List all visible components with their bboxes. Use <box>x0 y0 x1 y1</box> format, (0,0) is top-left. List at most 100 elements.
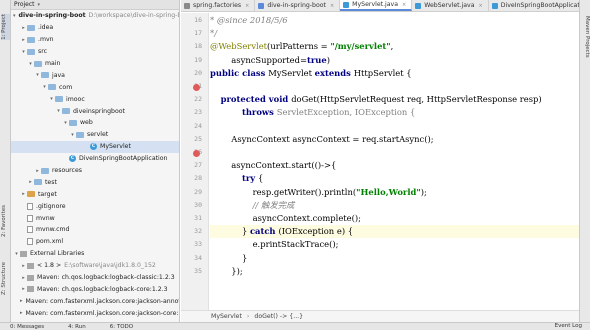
tree-item[interactable]: ▸ Maven: ch.qos.logback:logback-core:1.2.… <box>11 283 179 295</box>
code-line[interactable]: asyncContext.start(()->{ <box>210 159 336 172</box>
editor-tab[interactable]: MyServlet.java × <box>340 0 413 11</box>
close-icon[interactable]: × <box>479 3 483 9</box>
left-tool-strip: 1: Project 2: Favorites Z: Structure <box>0 0 11 322</box>
code-line[interactable]: */ <box>210 27 217 40</box>
run-tool-button[interactable]: 4: Run <box>58 324 86 330</box>
tree-item-label: .gitignore <box>36 202 66 210</box>
editor-tab[interactable]: DiveInSpringBootApplication.java× <box>489 0 579 11</box>
chevron-right-icon[interactable]: ▸ <box>20 263 27 269</box>
code-line[interactable]: asyncSupported=true) <box>210 54 330 67</box>
chevron-down-icon[interactable]: ▾ <box>55 108 62 114</box>
chevron-right-icon[interactable]: ▸ <box>20 25 27 31</box>
tree-item[interactable]: mvnw <box>11 212 179 224</box>
code-token: // 触发完成 <box>252 199 295 210</box>
tree-item[interactable]: ▸ target <box>11 188 179 200</box>
tree-item[interactable]: ▸ < 1.8 > E:\software\java\jdk1.8.0_152 <box>11 260 179 272</box>
favorites-tool-tab[interactable]: 2: Favorites <box>1 205 10 237</box>
code-line[interactable]: throws ServletException, IOException { <box>210 106 415 119</box>
chevron-down-icon[interactable]: ▾ <box>38 2 41 8</box>
close-icon[interactable]: × <box>330 3 334 9</box>
maven-projects-tab[interactable]: Maven Projects <box>581 16 590 58</box>
tree-item[interactable]: mvnw.cmd <box>11 224 179 236</box>
chevron-down-icon[interactable]: ▾ <box>69 132 76 138</box>
tree-item[interactable]: ▾ src <box>11 46 179 58</box>
chevron-right-icon[interactable]: ▸ <box>20 37 27 43</box>
tree-item[interactable]: C DiveInSpringBootApplication <box>11 153 179 165</box>
tree-item[interactable]: .gitignore <box>11 200 179 212</box>
chevron-right-icon[interactable]: ▸ <box>27 179 34 185</box>
chevron-right-icon[interactable]: ▸ <box>20 275 27 281</box>
tree-item-label: main <box>45 60 61 67</box>
code-line[interactable]: asyncContext.complete(); <box>210 212 361 225</box>
chevron-down-icon[interactable]: ▾ <box>41 84 48 90</box>
tree-item[interactable]: ▸ resources <box>11 165 179 177</box>
code-line[interactable]: } <box>210 252 247 265</box>
code-line[interactable]: e.printStackTrace(); <box>210 238 339 251</box>
project-tool-tab[interactable]: 1: Project <box>1 14 10 40</box>
code-editor[interactable]: * @since 2018/5/6 */@WebServlet(urlPatter… <box>210 13 579 310</box>
tree-item[interactable]: pom.xml <box>11 236 179 248</box>
chevron-down-icon[interactable]: ▾ <box>62 120 69 126</box>
code-line[interactable]: // 触发完成 <box>210 199 295 212</box>
code-line[interactable]: }); <box>210 265 242 278</box>
tree-item[interactable]: ▾ imooc <box>11 93 179 105</box>
tree-item[interactable]: ▾ java <box>11 69 179 81</box>
code-line[interactable]: AsyncContext asyncContext = req.startAsy… <box>210 133 433 146</box>
tree-item[interactable]: ▸ test <box>11 176 179 188</box>
close-icon[interactable]: × <box>402 2 406 8</box>
chevron-down-icon[interactable]: ▾ <box>48 96 55 102</box>
tree-item[interactable]: ▾ web <box>11 117 179 129</box>
chevron-down-icon[interactable]: ▾ <box>13 13 16 19</box>
breadcrumb-class[interactable]: MyServlet <box>211 313 242 320</box>
tree-item[interactable]: ▾ com <box>11 81 179 93</box>
structure-tool-tab[interactable]: Z: Structure <box>1 262 10 295</box>
code-token: */ <box>210 28 218 39</box>
line-number: 31 <box>194 214 202 222</box>
chevron-right-icon[interactable]: ▸ <box>20 298 23 304</box>
editor-tab[interactable]: dive-in-spring-boot × <box>255 0 341 11</box>
tree-item[interactable]: ▸ .idea <box>11 22 179 34</box>
code-line[interactable]: @WebServlet(urlPatterns = "/my/servlet", <box>210 40 393 53</box>
override-marker-icon[interactable] <box>193 150 200 157</box>
tree-item[interactable]: C MyServlet <box>11 140 179 153</box>
close-icon[interactable]: × <box>245 3 249 9</box>
code-token: } <box>210 226 250 237</box>
tree-item[interactable]: ▸ .mvn <box>11 34 179 46</box>
code-line[interactable]: public class MyServlet extends HttpServl… <box>210 67 412 80</box>
line-number: 16 <box>194 16 202 24</box>
chevron-right-icon[interactable]: ▸ <box>20 286 27 292</box>
library-icon <box>27 274 34 281</box>
tree-item[interactable]: ▾ servlet <box>11 129 179 141</box>
tree-item[interactable]: ▾ diveinspringboot <box>11 105 179 117</box>
breadcrumb-method[interactable]: doGet() -> {...} <box>254 313 303 320</box>
code-line[interactable]: resp.getWriter().println("Hello,World"); <box>210 186 427 199</box>
messages-tool-button[interactable]: 0: Messages <box>0 324 44 330</box>
chevron-down-icon[interactable]: ▾ <box>13 251 20 257</box>
tree-item-label: resources <box>52 167 82 175</box>
project-panel-header[interactable]: Project ▾ <box>11 0 179 10</box>
chevron-down-icon[interactable]: ▾ <box>27 61 34 67</box>
editor-tab[interactable]: spring.factories × <box>181 0 256 11</box>
event-log-button[interactable]: Event Log <box>555 323 582 329</box>
code-line[interactable]: try { <box>210 172 263 185</box>
chevron-right-icon[interactable]: ▸ <box>34 168 41 174</box>
chevron-down-icon[interactable]: ▾ <box>20 49 27 55</box>
tree-item[interactable]: ▾ External Libraries <box>11 248 179 260</box>
tree-item[interactable]: ▾ main <box>11 58 179 70</box>
code-line[interactable]: * @since 2018/5/6 <box>210 14 288 27</box>
override-marker-icon[interactable] <box>193 84 200 91</box>
line-number: 29 <box>194 187 202 196</box>
chevron-right-icon[interactable]: ▸ <box>20 310 23 316</box>
chevron-down-icon[interactable]: ▾ <box>34 72 41 78</box>
chevron-right-icon[interactable]: ▸ <box>20 191 27 197</box>
editor-tab[interactable]: WebServlet.java × <box>412 0 489 11</box>
todo-tool-button[interactable]: 6: TODO <box>100 324 133 330</box>
tree-item[interactable]: ▾ dive-in-spring-boot D:\workspace\dive-in… <box>11 10 179 22</box>
tree-item[interactable]: ▸ Maven: com.fasterxml.jackson.core:jacks… <box>11 307 179 319</box>
tree-item[interactable]: ▸ Maven: ch.qos.logback:logback-classic:1… <box>11 272 179 284</box>
line-number: 35 <box>194 266 202 275</box>
code-line[interactable]: } catch (IOException e) { <box>210 225 579 239</box>
code-line[interactable]: protected void doGet(HttpServletRequest … <box>210 93 542 106</box>
tree-item[interactable]: ▸ Maven: com.fasterxml.jackson.core:jacks… <box>11 295 179 307</box>
